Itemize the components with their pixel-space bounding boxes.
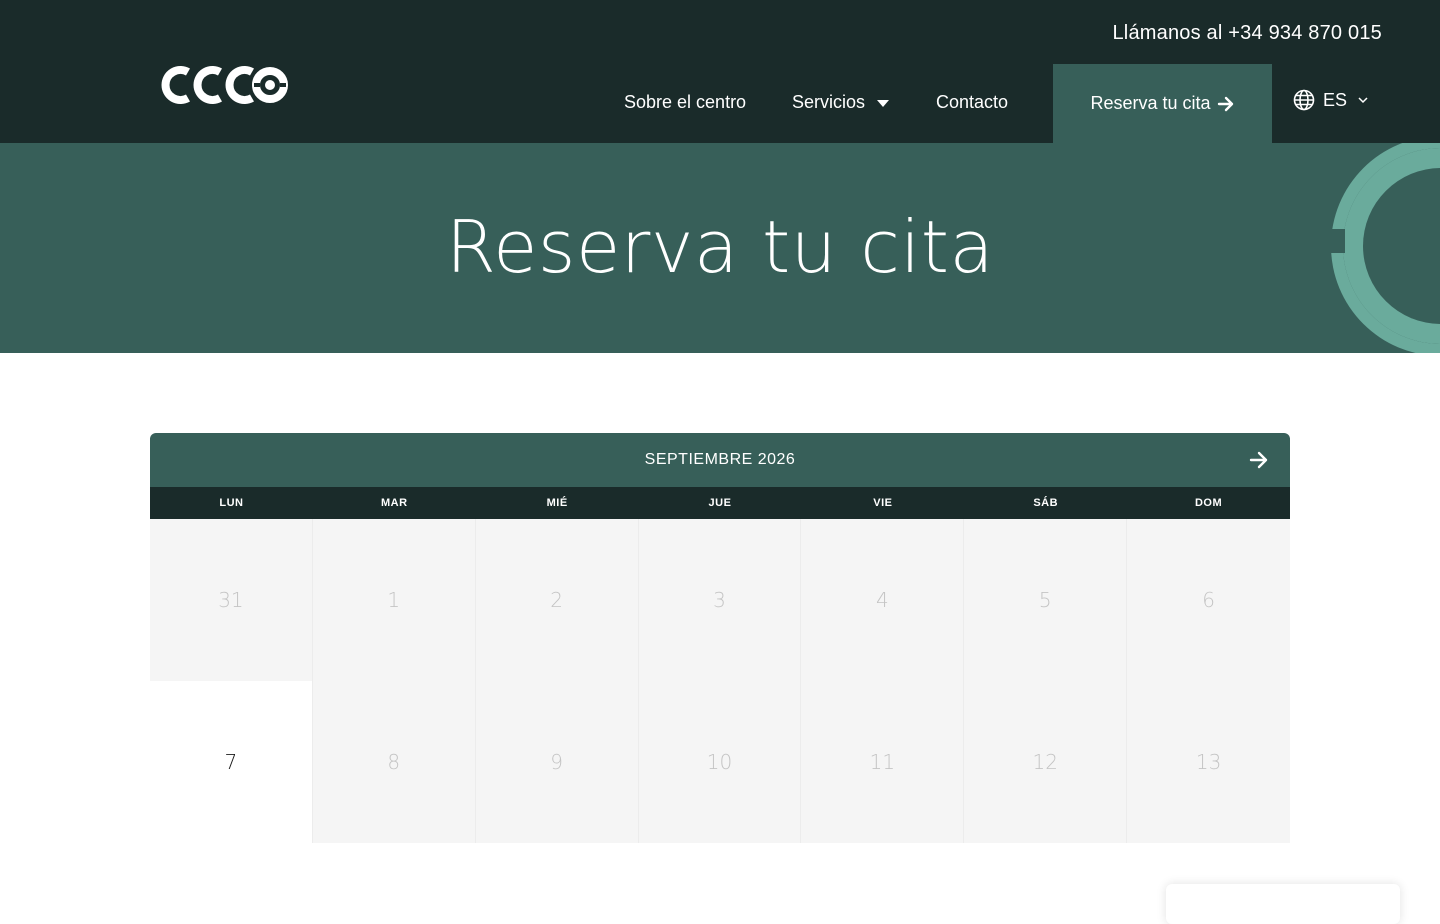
weekday-label: MAR	[380, 497, 408, 509]
calendar-day: 12	[964, 681, 1128, 843]
calendar-month-label: SEPTIEMBRE 2026	[644, 451, 796, 468]
calendar-day: 2	[475, 519, 639, 681]
nav-sobre-el-centro[interactable]: Sobre el centro	[624, 92, 746, 113]
weekday-label: LUN	[219, 497, 244, 509]
next-month-arrow-icon[interactable]	[1248, 449, 1270, 471]
nav-label: Contacto	[936, 92, 1009, 112]
calendar-day: 11	[801, 681, 965, 843]
weekday-label: DOM	[1194, 497, 1223, 509]
hero-banner: Reserva tu cita	[0, 143, 1440, 353]
weekday-label: SÁB	[1033, 497, 1059, 509]
globe-icon	[1293, 89, 1315, 111]
calendar-day: 10	[638, 681, 802, 843]
calendar-day: 4	[801, 519, 965, 681]
cta-label: Reserva tu cita	[1090, 93, 1211, 113]
chevron-down-icon	[1358, 97, 1368, 104]
caret-down-icon	[877, 99, 890, 107]
calendar-day: 31	[150, 519, 313, 681]
phone-contact[interactable]: Llámanos al +34 934 870 015	[1112, 22, 1382, 45]
language-selector[interactable]: ES	[1293, 89, 1369, 111]
site-header: Llámanos al +34 934 870 015 Sobre el cen…	[0, 0, 1440, 143]
calendar-day: 8	[312, 681, 476, 843]
calendar-day: 1	[312, 519, 476, 681]
calendar-week-row: 31 1 2 3 4 5 6	[150, 519, 1290, 681]
calendar-day: 5	[964, 519, 1128, 681]
page-title: Reserva tu cita	[445, 205, 995, 289]
arrow-right-icon	[1217, 96, 1233, 111]
calendar-day: 6	[1127, 519, 1290, 681]
nav-label: Servicios	[792, 92, 866, 112]
nav-contacto[interactable]: Contacto	[936, 92, 1008, 113]
nav-label: Sobre el centro	[624, 92, 747, 112]
calendar-header: SEPTIEMBRE 2026	[150, 433, 1290, 487]
nav-servicios[interactable]: Servicios	[792, 92, 890, 113]
calendar-day: 3	[638, 519, 802, 681]
calendar-day: 13	[1127, 681, 1290, 843]
language-code: ES	[1323, 89, 1348, 110]
calendar-week-row: 7 8 9 10 11 12 13	[150, 681, 1290, 843]
floating-widget[interactable]	[1166, 884, 1400, 924]
decorative-ring-icon	[1281, 143, 1440, 353]
booking-calendar: SEPTIEMBRE 2026 LUN MAR MIÉ JUE VIE SÁB …	[150, 433, 1290, 843]
weekday-label: JUE	[708, 497, 732, 509]
weekday-label: VIE	[873, 497, 893, 509]
calendar-day-available[interactable]: 7	[150, 681, 313, 843]
book-appointment-button[interactable]: Reserva tu cita	[1053, 64, 1272, 143]
weekday-label: MIÉ	[546, 497, 568, 509]
weekday-header-row: LUN MAR MIÉ JUE VIE SÁB DOM	[150, 487, 1290, 519]
calendar-day: 9	[475, 681, 639, 843]
